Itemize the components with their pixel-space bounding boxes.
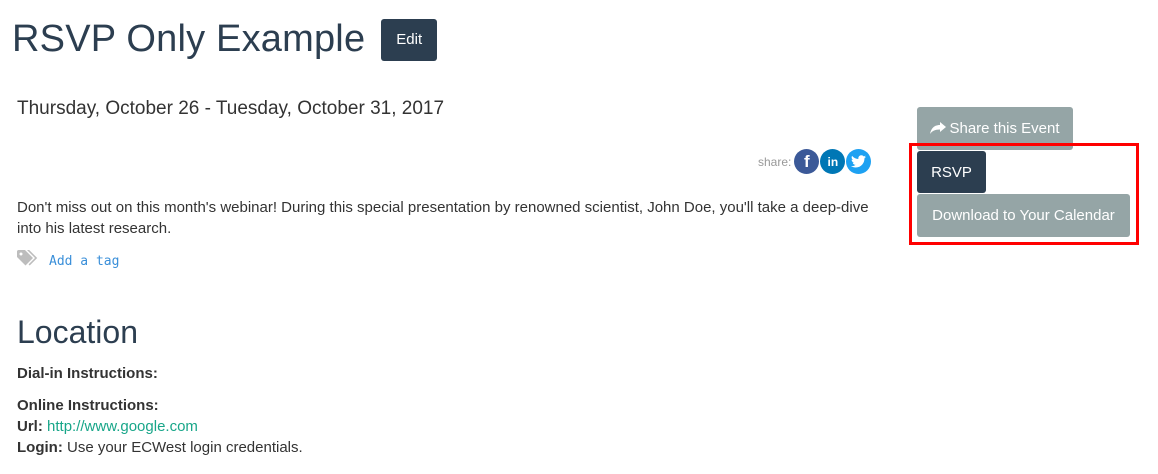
twitter-icon[interactable]	[846, 149, 872, 174]
url-label: Url:	[17, 418, 43, 435]
tags-icon	[17, 250, 41, 273]
online-label: Online Instructions:	[17, 397, 159, 414]
share-arrow-icon	[930, 122, 947, 134]
facebook-icon[interactable]: f	[794, 149, 820, 174]
edit-button[interactable]: Edit	[381, 18, 438, 61]
location-heading: Location	[17, 314, 138, 350]
linkedin-icon[interactable]: in	[820, 149, 846, 174]
tag-row: Add a tag	[17, 250, 119, 273]
share-event-button[interactable]: Share this Event	[917, 107, 1073, 150]
event-description: Don't miss out on this month's webinar! …	[17, 199, 869, 237]
download-calendar-label: Download to Your Calendar	[932, 207, 1115, 224]
twitter-bird-shape	[851, 155, 867, 168]
download-calendar-button[interactable]: Download to Your Calendar	[917, 194, 1130, 237]
dial-in-instructions: Dial-in Instructions:	[17, 365, 158, 382]
url-link[interactable]: http://www.google.com	[47, 418, 198, 435]
share-row: share: f in	[758, 149, 872, 174]
online-instructions: Online Instructions:	[17, 397, 159, 414]
rsvp-button[interactable]: RSVP	[917, 151, 986, 193]
facebook-glyph: f	[804, 151, 810, 171]
share-event-label: Share this Event	[949, 120, 1060, 137]
login-line: Login: Use your ECWest login credentials…	[17, 439, 303, 456]
login-label: Login:	[17, 439, 63, 456]
linkedin-glyph: in	[827, 154, 839, 169]
event-date-range: Thursday, October 26 - Tuesday, October …	[17, 98, 445, 119]
rsvp-label: RSVP	[931, 163, 972, 181]
dial-in-label: Dial-in Instructions:	[17, 365, 158, 382]
title-row: RSVP Only Example Edit	[12, 18, 438, 61]
share-label: share:	[758, 154, 792, 169]
add-tag-link[interactable]: Add a tag	[49, 254, 119, 269]
url-line: Url: http://www.google.com	[17, 418, 198, 435]
page-title: RSVP Only Example	[12, 18, 366, 60]
login-value: Use your ECWest login credentials.	[67, 439, 303, 456]
